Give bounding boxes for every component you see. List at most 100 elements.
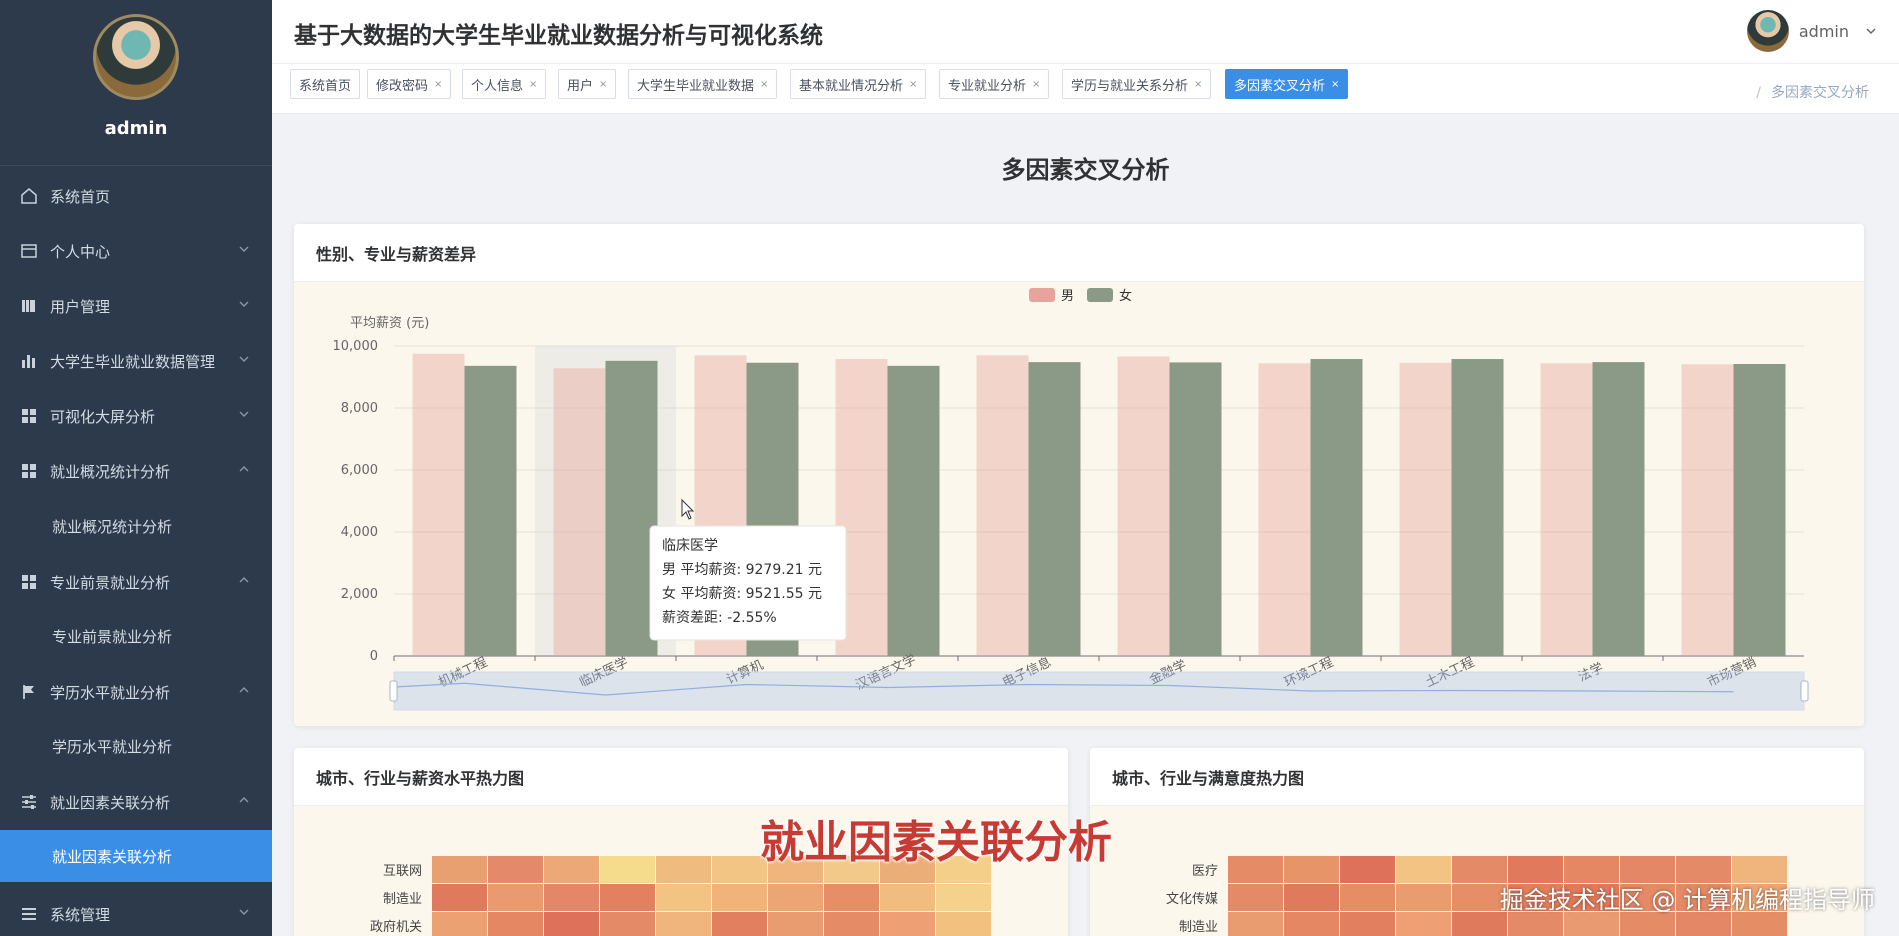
header-user-menu[interactable]: admin xyxy=(1746,10,1877,52)
bar-男-金融学[interactable] xyxy=(1117,356,1170,656)
heatmap-cell[interactable] xyxy=(600,912,655,936)
sidebar-subitem-overview-stats[interactable]: 就业概况统计分析 xyxy=(0,500,272,552)
heatmap-cell[interactable] xyxy=(824,884,879,911)
heatmap-cell[interactable] xyxy=(712,912,767,936)
heatmap-cell[interactable] xyxy=(656,856,711,883)
zoom-handle-left[interactable] xyxy=(389,680,398,702)
heatmap-cell[interactable] xyxy=(1676,856,1731,883)
heatmap-cell[interactable] xyxy=(1564,912,1619,936)
heatmap-cell[interactable] xyxy=(432,884,487,911)
tag-major-employment[interactable]: 专业就业分析 × xyxy=(939,69,1050,99)
heatmap-cell[interactable] xyxy=(488,884,543,911)
legend-swatch[interactable] xyxy=(1029,288,1055,302)
heatmap-cell[interactable] xyxy=(1452,912,1507,936)
bar-女-环境工程[interactable] xyxy=(1310,359,1363,656)
heatmap-cell[interactable] xyxy=(712,884,767,911)
close-icon[interactable]: × xyxy=(599,79,607,90)
heatmap-cell[interactable] xyxy=(1564,856,1619,883)
heatmap-cell[interactable] xyxy=(1228,884,1283,911)
tag-basic-employment[interactable]: 基本就业情况分析 × xyxy=(790,69,927,99)
heatmap-cell[interactable] xyxy=(488,856,543,883)
tag-graduate-data[interactable]: 大学生毕业就业数据 × xyxy=(628,69,778,99)
bar-女-金融学[interactable] xyxy=(1169,362,1222,656)
heatmap-cell[interactable] xyxy=(880,884,935,911)
heatmap-cell[interactable] xyxy=(600,884,655,911)
heatmap-cell[interactable] xyxy=(1340,912,1395,936)
heatmap-cell[interactable] xyxy=(1340,856,1395,883)
close-icon[interactable]: × xyxy=(1331,79,1339,90)
tag-multi-factor[interactable]: 多因素交叉分析 × xyxy=(1225,69,1349,99)
heatmap-cell[interactable] xyxy=(1508,912,1563,936)
tag-home[interactable]: 系统首页 xyxy=(290,69,361,99)
bar-男-市场营销[interactable] xyxy=(1681,364,1734,656)
heatmap-cell[interactable] xyxy=(600,856,655,883)
close-icon[interactable]: × xyxy=(909,79,917,90)
heatmap-cell[interactable] xyxy=(1620,912,1675,936)
sidebar-item-factor-correlation[interactable]: 就业因素关联分析 xyxy=(0,776,272,828)
avatar[interactable] xyxy=(93,14,179,100)
heatmap-cell[interactable] xyxy=(1284,884,1339,911)
heatmap-cell[interactable] xyxy=(712,856,767,883)
sidebar-item-major-prospects[interactable]: 专业前景就业分析 xyxy=(0,556,272,608)
heatmap-cell[interactable] xyxy=(1228,912,1283,936)
bar-男-法学[interactable] xyxy=(1540,363,1593,656)
bar-男-临床医学[interactable] xyxy=(553,368,606,656)
heatmap-cell[interactable] xyxy=(544,884,599,911)
legend-label[interactable]: 男 xyxy=(1061,289,1074,304)
avatar[interactable] xyxy=(1746,10,1789,52)
sidebar-item-graduate-data[interactable]: 大学生毕业就业数据管理 xyxy=(0,335,272,387)
close-icon[interactable]: × xyxy=(434,79,442,90)
close-icon[interactable]: × xyxy=(760,79,768,90)
bar-男-机械工程[interactable] xyxy=(412,353,465,656)
heatmap-cell[interactable] xyxy=(488,912,543,936)
sidebar-item-system-management[interactable]: 系统管理 xyxy=(0,888,272,936)
legend-label[interactable]: 女 xyxy=(1119,288,1132,304)
bar-女-法学[interactable] xyxy=(1592,362,1645,656)
chart-legend[interactable]: 男女 xyxy=(1029,288,1132,304)
heatmap-cell[interactable] xyxy=(1228,856,1283,883)
tag-change-password[interactable]: 修改密码 × xyxy=(367,69,452,99)
header-username[interactable]: admin xyxy=(1799,22,1849,41)
close-icon[interactable]: × xyxy=(1194,79,1202,90)
close-icon[interactable]: × xyxy=(529,79,537,90)
heatmap-cell[interactable] xyxy=(1732,912,1787,936)
heatmap-cell[interactable] xyxy=(880,912,935,936)
bar-男-电子信息[interactable] xyxy=(976,355,1029,656)
sidebar-subitem-factor-correlation[interactable]: 就业因素关联分析 xyxy=(0,830,272,882)
heatmap-cell[interactable] xyxy=(1284,912,1339,936)
heatmap-cell[interactable] xyxy=(1732,856,1787,883)
heatmap-cell[interactable] xyxy=(1676,912,1731,936)
bar-女-汉语言文学[interactable] xyxy=(887,365,940,656)
heatmap-cell[interactable] xyxy=(656,912,711,936)
sidebar-item-user-management[interactable]: 用户管理 xyxy=(0,280,272,332)
tag-education-relation[interactable]: 学历与就业关系分析 × xyxy=(1062,69,1212,99)
heatmap-cell[interactable] xyxy=(1396,912,1451,936)
bar-女-市场营销[interactable] xyxy=(1733,363,1786,656)
heatmap-cell[interactable] xyxy=(824,912,879,936)
bar-女-机械工程[interactable] xyxy=(464,365,517,656)
sidebar-subitem-major-prospects[interactable]: 专业前景就业分析 xyxy=(0,610,272,662)
tag-personal-info[interactable]: 个人信息 × xyxy=(462,69,547,99)
heatmap-cell[interactable] xyxy=(432,856,487,883)
bar-女-电子信息[interactable] xyxy=(1028,362,1081,656)
heatmap-cell[interactable] xyxy=(768,884,823,911)
sidebar-item-dashboard[interactable]: 可视化大屏分析 xyxy=(0,390,272,442)
data-zoom-slider[interactable] xyxy=(389,671,1809,711)
heatmap-cell[interactable] xyxy=(432,912,487,936)
heatmap-cell[interactable] xyxy=(936,884,991,911)
legend-swatch[interactable] xyxy=(1087,288,1113,302)
sidebar-item-overview-stats[interactable]: 就业概况统计分析 xyxy=(0,445,272,497)
heatmap-cell[interactable] xyxy=(656,884,711,911)
heatmap-cell[interactable] xyxy=(1452,856,1507,883)
bar-男-环境工程[interactable] xyxy=(1258,363,1311,656)
heatmap-cell[interactable] xyxy=(1508,856,1563,883)
bar-女-土木工程[interactable] xyxy=(1451,359,1504,656)
tag-user[interactable]: 用户 × xyxy=(558,69,617,99)
sidebar-subitem-education-level[interactable]: 学历水平就业分析 xyxy=(0,720,272,772)
chevron-down-icon[interactable] xyxy=(1865,25,1877,37)
sidebar-item-education-level[interactable]: 学历水平就业分析 xyxy=(0,666,272,718)
close-icon[interactable]: × xyxy=(1032,79,1040,90)
heatmap-cell[interactable] xyxy=(1620,856,1675,883)
heatmap-cell[interactable] xyxy=(768,912,823,936)
sidebar-item-home[interactable]: 系统首页 xyxy=(0,170,272,222)
